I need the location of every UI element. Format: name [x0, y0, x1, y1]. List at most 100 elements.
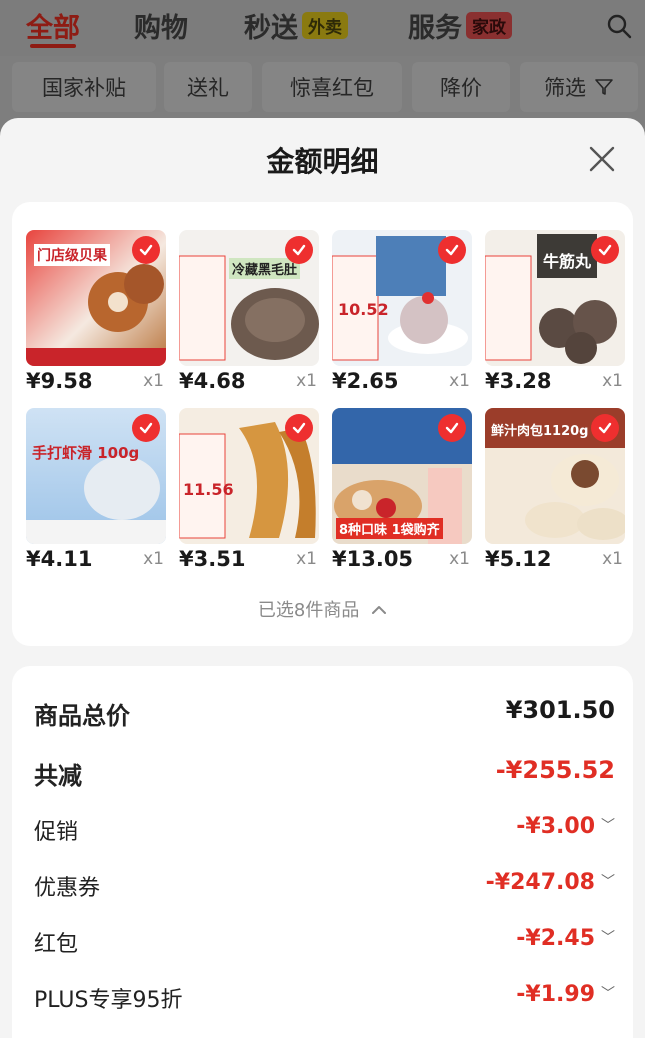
tab-shopping[interactable]: 购物: [134, 6, 188, 45]
product-item[interactable]: 鲜汁肉包1120g ¥5.12 x1: [485, 408, 625, 576]
chip-gift[interactable]: 送礼: [164, 62, 252, 112]
chip-national-subsidy[interactable]: 国家补贴: [12, 62, 156, 112]
check-icon[interactable]: [285, 414, 313, 442]
promotion-value: -¥3.00 ﹀: [516, 814, 615, 839]
product-qty: x1: [143, 549, 164, 569]
plus-discount-label: PLUS专享95折: [34, 988, 183, 1013]
product-qty: x1: [602, 371, 623, 391]
chevron-up-icon: [372, 606, 387, 614]
sheet-title: 金额明细: [266, 145, 379, 178]
total-discount-value: -¥255.52: [495, 756, 615, 784]
product-qty: x1: [449, 549, 470, 569]
chevron-down-icon: ﹀: [601, 874, 615, 890]
products-card: 门店级贝果 ¥9.58 x1 冷藏黑毛肚 ¥4.68 x1 10.52 ¥2.6…: [12, 202, 633, 646]
promotion-label: 促销: [34, 820, 79, 845]
selected-count-toggle[interactable]: 已选8件商品: [12, 596, 633, 622]
thumb-label: 8种口味 1袋购齐: [336, 518, 443, 539]
tab-services-label: 服务: [408, 13, 462, 44]
tab-express-badge: 外卖: [302, 12, 348, 39]
red-packet-value: -¥2.45 ﹀: [516, 926, 615, 951]
product-thumbnail: 11.56: [179, 408, 319, 544]
product-price: ¥13.05: [332, 547, 414, 571]
product-thumbnail: 冷藏黑毛肚: [179, 230, 319, 366]
product-price: ¥9.58: [26, 369, 93, 393]
close-icon[interactable]: [587, 144, 617, 174]
thumb-label: 11.56: [183, 480, 234, 499]
plus-discount-row[interactable]: PLUS专享95折 -¥1.99 ﹀: [34, 976, 615, 1016]
coupon-row[interactable]: 优惠券 -¥247.08 ﹀: [34, 864, 615, 904]
product-qty: x1: [296, 371, 317, 391]
thumb-label: 牛筋丸: [543, 252, 592, 271]
tab-all[interactable]: 全部: [26, 6, 80, 45]
selected-count-label: 已选8件商品: [257, 600, 360, 621]
product-price: ¥3.51: [179, 547, 246, 571]
product-price: ¥2.65: [332, 369, 399, 393]
amount-detail-sheet: 金额明细 门店级贝果 ¥9.58 x1 冷藏黑毛肚 ¥4.68 x1 10.52…: [0, 118, 645, 1038]
red-packet-amount: -¥2.45: [516, 926, 595, 951]
check-icon[interactable]: [132, 414, 160, 442]
check-icon[interactable]: [438, 236, 466, 264]
thumb-label: 鲜汁肉包1120g: [491, 424, 589, 439]
check-icon[interactable]: [438, 414, 466, 442]
product-item[interactable]: 门店级贝果 ¥9.58 x1: [26, 230, 166, 398]
total-discount-label: 共减: [34, 762, 82, 790]
filter-icon: [595, 79, 613, 95]
product-item[interactable]: 8种口味 1袋购齐 ¥13.05 x1: [332, 408, 472, 576]
product-price: ¥5.12: [485, 547, 552, 571]
check-icon[interactable]: [285, 236, 313, 264]
filter-chips: 国家补贴 送礼 惊喜红包 降价 筛选: [0, 62, 645, 114]
total-price-label: 商品总价: [34, 702, 130, 730]
red-packet-label: 红包: [34, 932, 79, 957]
tab-express-label: 秒送: [244, 13, 298, 44]
product-qty: x1: [602, 549, 623, 569]
product-item[interactable]: 10.52 ¥2.65 x1: [332, 230, 472, 398]
tab-express[interactable]: 秒送 外卖: [244, 6, 348, 45]
chevron-down-icon: ﹀: [601, 930, 615, 946]
plus-discount-amount: -¥1.99: [516, 982, 595, 1007]
coupon-amount: -¥247.08: [485, 870, 595, 895]
thumb-label: 10.52: [338, 300, 389, 319]
chevron-down-icon: ﹀: [601, 818, 615, 834]
total-price-value: ¥301.50: [505, 696, 615, 724]
check-icon[interactable]: [591, 236, 619, 264]
price-summary-card: 商品总价 ¥301.50 共减 -¥255.52 促销 -¥3.00 ﹀ 优惠券 …: [12, 666, 633, 1038]
product-thumbnail: 8种口味 1袋购齐: [332, 408, 472, 544]
product-item[interactable]: 手打虾滑 100g ¥4.11 x1: [26, 408, 166, 576]
plus-discount-value: -¥1.99 ﹀: [516, 982, 615, 1007]
search-icon[interactable]: [605, 12, 633, 40]
product-price: ¥4.11: [26, 547, 93, 571]
product-qty: x1: [449, 371, 470, 391]
chevron-down-icon: ﹀: [601, 986, 615, 1002]
top-nav: 全部 购物 秒送 外卖 服务 家政: [0, 0, 645, 56]
product-thumbnail: 牛筋丸: [485, 230, 625, 366]
product-price: ¥3.28: [485, 369, 552, 393]
red-packet-row[interactable]: 红包 -¥2.45 ﹀: [34, 920, 615, 960]
product-item[interactable]: 牛筋丸 ¥3.28 x1: [485, 230, 625, 398]
product-item[interactable]: 11.56 ¥3.51 x1: [179, 408, 319, 576]
product-qty: x1: [296, 549, 317, 569]
tab-services-badge: 家政: [466, 12, 512, 39]
thumb-label: 手打虾滑 100g: [32, 444, 140, 462]
promotion-amount: -¥3.00: [516, 814, 595, 839]
check-icon[interactable]: [591, 414, 619, 442]
total-price-row: 商品总价 ¥301.50: [34, 690, 615, 730]
thumb-label: 门店级贝果: [34, 244, 110, 266]
tab-active-indicator: [30, 44, 76, 48]
product-price: ¥4.68: [179, 369, 246, 393]
product-thumbnail: 鲜汁肉包1120g: [485, 408, 625, 544]
product-thumbnail: 手打虾滑 100g: [26, 408, 166, 544]
product-thumbnail: 门店级贝果: [26, 230, 166, 366]
tab-services[interactable]: 服务 家政: [408, 6, 512, 45]
check-icon[interactable]: [132, 236, 160, 264]
coupon-label: 优惠券: [34, 876, 101, 901]
chip-filter[interactable]: 筛选: [520, 62, 638, 112]
thumb-label: 冷藏黑毛肚: [229, 258, 301, 279]
promotion-row[interactable]: 促销 -¥3.00 ﹀: [34, 808, 615, 848]
chip-filter-label: 筛选: [544, 76, 586, 100]
chip-price-drop[interactable]: 降价: [412, 62, 510, 112]
coupon-value: -¥247.08 ﹀: [486, 870, 615, 895]
chip-red-packet[interactable]: 惊喜红包: [262, 62, 402, 112]
product-item[interactable]: 冷藏黑毛肚 ¥4.68 x1: [179, 230, 319, 398]
product-qty: x1: [143, 371, 164, 391]
total-discount-row: 共减 -¥255.52: [34, 750, 615, 790]
